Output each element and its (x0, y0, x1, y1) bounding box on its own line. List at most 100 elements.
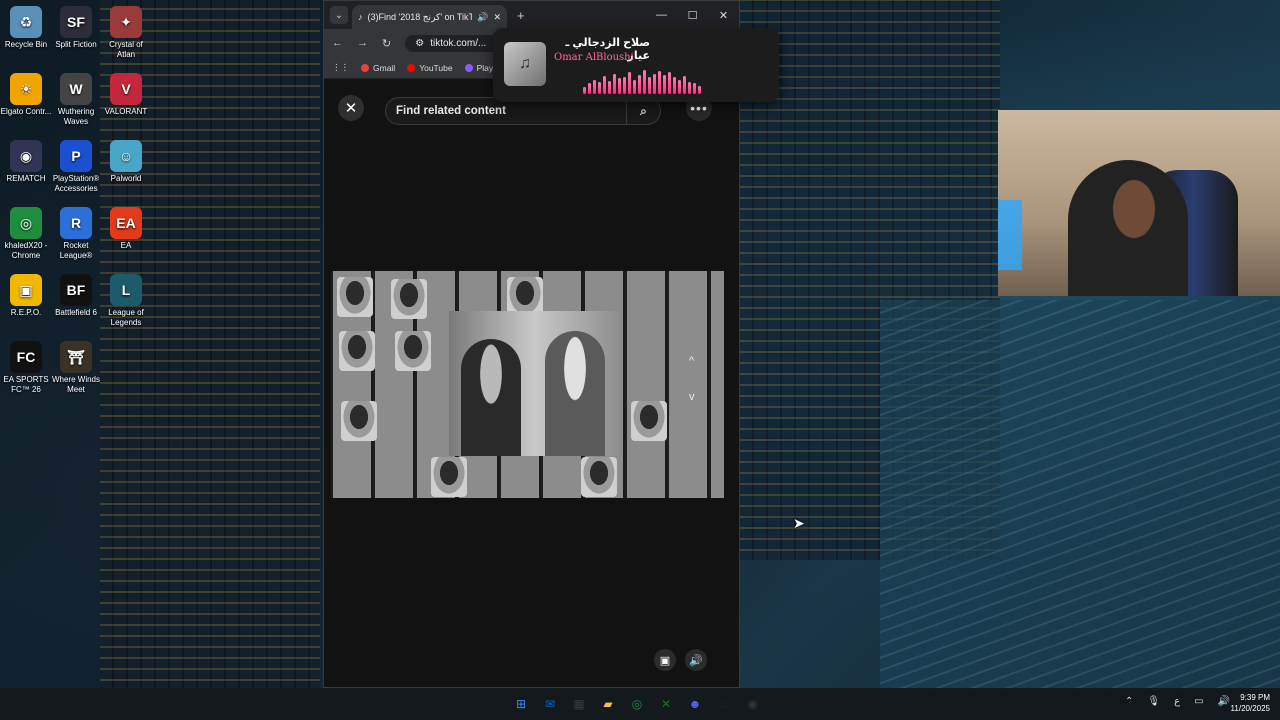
video-thumbnail-face (339, 331, 375, 371)
desktop-shortcut[interactable]: V VALORANT (100, 73, 152, 117)
forward-icon[interactable]: → (357, 37, 368, 49)
desktop-shortcut[interactable]: W Wuthering Waves (50, 73, 102, 127)
equalizer-bar (613, 74, 616, 94)
desktop-shortcut[interactable]: ⛩ Where Winds Meet (50, 341, 102, 395)
bookmark-play[interactable]: Play (464, 62, 494, 73)
next-video-icon[interactable]: v (689, 379, 695, 415)
equalizer-bar (598, 82, 601, 94)
desktop-shortcut[interactable]: ✦ Crystal of Atlan (100, 6, 152, 60)
new-tab-button[interactable]: + (517, 8, 525, 23)
desktop-shortcut[interactable]: EA EA (100, 207, 152, 251)
ea-icon: EA (110, 207, 142, 239)
tab-title: (3)Find '2018 كرنج' on TikTo... (367, 11, 473, 22)
league-of-legends-icon: L (110, 274, 142, 306)
reload-icon[interactable]: ↻ (382, 37, 391, 50)
equalizer-visualizer (583, 68, 743, 94)
back-icon[interactable]: ← (332, 37, 343, 49)
discord-icon[interactable]: ☻ (684, 692, 706, 716)
volume-icon[interactable]: 🔊 (685, 649, 707, 671)
equalizer-bar (643, 70, 646, 94)
url-text: tiktok.com/... (430, 37, 487, 49)
picture-in-picture-icon[interactable]: ▣ (654, 649, 676, 671)
equalizer-bar (618, 78, 621, 94)
chrome-icon: ◎ (10, 207, 42, 239)
equalizer-bar (593, 80, 596, 94)
previous-video-icon[interactable]: ^ (689, 343, 695, 379)
desktop-shortcut[interactable]: BF Battlefield 6 (50, 274, 102, 318)
desktop-shortcut[interactable]: FC EA SPORTS FC™ 26 (0, 341, 52, 395)
close-window-button[interactable]: ✕ (708, 9, 739, 22)
desktop-shortcut-label: EA (120, 241, 132, 250)
clock-time: 9:39 PM (1240, 693, 1270, 702)
mouse-cursor-icon: ➤ (793, 515, 805, 531)
equalizer-bar (648, 77, 651, 94)
webcam-overlay (998, 110, 1280, 296)
minimize-button[interactable]: — (646, 9, 677, 22)
desktop-shortcut[interactable]: P PlayStation® Accessories (50, 140, 102, 194)
tab-search-dropdown[interactable]: ⌄ (330, 6, 348, 24)
desktop-shortcut[interactable]: ☺ Palworld (100, 140, 152, 184)
chrome-taskbar-icon[interactable]: ◎ (626, 692, 648, 716)
desktop-shortcut[interactable]: SF Split Fiction (50, 6, 102, 50)
equalizer-bar (683, 76, 686, 94)
desktop-shortcut[interactable]: ▣ R.E.P.O. (0, 274, 52, 318)
clock-date: 11/20/2025 (1230, 704, 1270, 713)
apps-grid-icon[interactable]: ⋮⋮ (332, 62, 349, 73)
steam-icon[interactable]: ♨ (713, 692, 735, 716)
desktop-shortcut[interactable]: L League of Legends (100, 274, 152, 328)
now-playing-popup[interactable]: ♫ صلاح الزدجالي ـ عيار Omar AlBloushi (493, 28, 779, 102)
battlefield-6-icon: BF (60, 274, 92, 306)
bookmark-gmail[interactable]: Gmail (361, 63, 395, 73)
maximize-button[interactable]: ☐ (677, 9, 708, 22)
start-icon[interactable]: ⊞ (510, 692, 532, 716)
desktop-shortcut-label: Split Fiction (55, 40, 97, 49)
file-explorer-icon[interactable]: ▰ (597, 692, 619, 716)
tab-tiktok[interactable]: ♪ (3)Find '2018 كرنج' on TikTo... 🔊 ✕ (352, 5, 507, 29)
close-tab-icon[interactable]: ✕ (493, 12, 501, 23)
video-thumbnail-face (395, 331, 431, 371)
playstation-accessories-icon: P (60, 140, 92, 172)
tiktok-viewer: ✕ Find related content ⌕ ••• ^ v ▣ 🔊 (324, 81, 739, 687)
bookmark-label: Play (476, 62, 494, 73)
search-placeholder: Find related content (396, 105, 506, 117)
desktop-shortcut[interactable]: R Rocket League® (50, 207, 102, 261)
close-icon[interactable]: ✕ (338, 95, 364, 121)
site-info-icon[interactable]: ⚙ (415, 38, 424, 49)
bookmark-label: YouTube (419, 62, 453, 73)
video-thumbnail-face (341, 401, 377, 441)
where-winds-meet-icon: ⛩ (60, 341, 92, 373)
video-player[interactable] (331, 271, 724, 498)
desktop-shortcut[interactable]: ◉ REMATCH (0, 140, 52, 184)
repo-icon: ▣ (10, 274, 42, 306)
desktop-shortcut[interactable]: ◎ khaledX20 - Chrome (0, 207, 52, 261)
outlook-icon[interactable]: ✉ (539, 692, 561, 716)
bookmark-youtube[interactable]: YouTube (407, 62, 453, 73)
chevron-up-icon[interactable]: ⌃ (1125, 696, 1133, 707)
gmail-icon (361, 63, 369, 72)
system-tray: ⌃ 🎙 ع ▭ 🔊 (1125, 696, 1230, 707)
store-icon[interactable]: ▦ (568, 692, 590, 716)
split-fiction-icon: SF (60, 6, 92, 38)
elgato-control-icon: ☀ (10, 73, 42, 105)
desktop-shortcut-label: Crystal of Atlan (109, 40, 143, 59)
desktop-shortcut-label: Recycle Bin (4, 40, 48, 49)
xbox-icon[interactable]: ✕ (655, 692, 677, 716)
video-nav: ^ v (689, 343, 695, 415)
network-icon[interactable]: ▭ (1194, 696, 1203, 707)
youtube-icon (407, 63, 416, 72)
language-indicator[interactable]: ع (1174, 696, 1180, 707)
tab-bar: ⌄ ♪ (3)Find '2018 كرنج' on TikTo... 🔊 ✕ … (324, 1, 739, 29)
microphone-icon[interactable]: 🎙 (1147, 696, 1160, 707)
recording-icon[interactable]: ◉ (742, 692, 764, 716)
desktop-shortcut[interactable]: ♻ Recycle Bin (0, 6, 52, 50)
volume-tray-icon[interactable]: 🔊 (1218, 696, 1230, 707)
equalizer-bar (663, 75, 666, 94)
clock[interactable]: 9:39 PM 11/20/2025 (1231, 692, 1270, 714)
desktop-shortcut[interactable]: ☀ Elgato Contr... (0, 73, 52, 117)
equalizer-bar (668, 72, 671, 94)
equalizer-bar (678, 80, 681, 94)
equalizer-bar (653, 74, 656, 94)
equalizer-bar (698, 86, 701, 94)
equalizer-bar (638, 75, 641, 94)
speaker-icon[interactable]: 🔊 (477, 12, 488, 23)
